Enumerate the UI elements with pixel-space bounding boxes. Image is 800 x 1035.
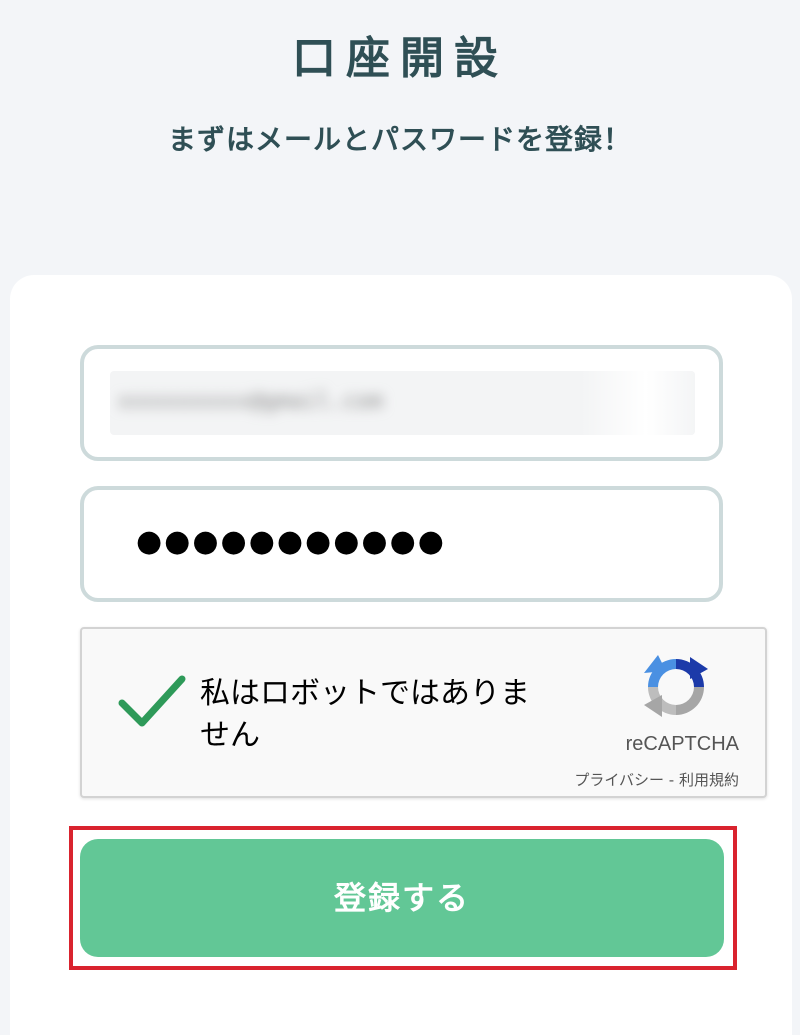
email-fade: [580, 371, 695, 435]
email-value: xxxxxxxxxx@gmail.com: [118, 389, 383, 414]
password-value: ●●●●●●●●●●●: [136, 524, 446, 559]
register-button[interactable]: 登録する: [80, 839, 724, 957]
recaptcha-brand: reCAPTCHA: [625, 733, 739, 755]
page-subtitle: まずはメールとパスワードを登録！: [167, 123, 632, 156]
recaptcha-privacy-link[interactable]: プライバシー: [574, 771, 664, 789]
recaptcha-links: プライバシー - 利用規約: [574, 769, 739, 790]
email-value-blurred: xxxxxxxxxx@gmail.com: [110, 371, 695, 435]
recaptcha-logo-icon: [644, 655, 708, 717]
recaptcha-terms-link[interactable]: 利用規約: [679, 771, 739, 789]
recaptcha-link-separator: -: [664, 771, 679, 789]
recaptcha-widget: 私はロボットではありません reCAPTCHA プライバシー - 利用規約: [80, 627, 767, 798]
page-title: 口座開設: [292, 33, 508, 84]
password-field[interactable]: ●●●●●●●●●●●: [80, 486, 723, 602]
checkmark-icon[interactable]: [118, 673, 186, 729]
email-field[interactable]: xxxxxxxxxx@gmail.com: [80, 345, 723, 461]
recaptcha-label: 私はロボットではありません: [200, 676, 530, 753]
